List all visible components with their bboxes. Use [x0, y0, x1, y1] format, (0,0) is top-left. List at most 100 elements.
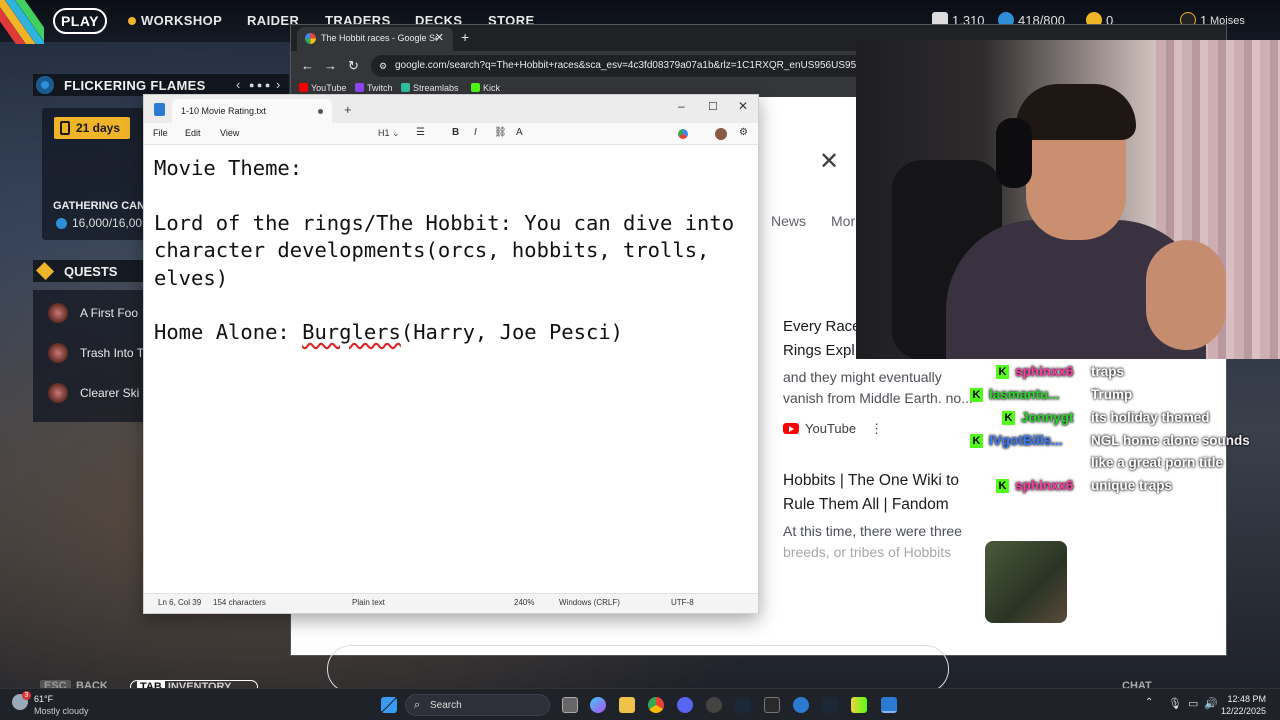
chevron-up-icon[interactable]: ⌃	[1145, 697, 1153, 708]
menu-edit[interactable]: Edit	[185, 128, 201, 138]
close-icon[interactable]: ✕	[819, 147, 839, 176]
chat-message: Trump	[1091, 387, 1133, 402]
minimize-icon[interactable]: –	[678, 99, 685, 113]
misspelled-word: Burglers	[302, 320, 401, 345]
obs-icon[interactable]	[706, 697, 722, 713]
back-arrow-icon[interactable]: ←	[301, 58, 314, 73]
cursor-position: Ln 6, Col 39	[158, 598, 202, 607]
settings-gear-icon[interactable]: ⚙	[739, 127, 748, 138]
browser-tab[interactable]: The Hobbit races - Google Sea ✕	[297, 27, 453, 51]
notepad-tab[interactable]: 1-10 Movie Rating.txt	[172, 99, 332, 123]
task-view-icon[interactable]	[562, 697, 578, 713]
steam-icon[interactable]	[735, 697, 751, 713]
google-favicon-icon	[305, 33, 316, 44]
result-snippet: and they might eventually vanish from Mid…	[783, 369, 973, 406]
quest-item[interactable]: A First Foo	[44, 296, 144, 330]
kick-icon: K	[1002, 411, 1015, 425]
quest-item-icon	[48, 303, 68, 323]
bookmark-twitch[interactable]: Twitch	[355, 83, 393, 93]
quest-item[interactable]: Trash Into T	[44, 336, 144, 370]
hand	[1146, 240, 1226, 350]
event-next-icon[interactable]: ›	[276, 77, 280, 92]
chat-message: its holiday themed	[1091, 410, 1210, 425]
gathering-title: GATHERING CAN	[53, 200, 146, 212]
line-ending[interactable]: Windows (CRLF)	[559, 598, 620, 607]
chrome-icon[interactable]	[648, 697, 664, 713]
unsaved-dot-icon[interactable]	[318, 109, 323, 114]
quest-item-icon	[48, 383, 68, 403]
nav-workshop[interactable]: WORKSHOP	[128, 13, 222, 28]
play-button[interactable]: PLAY	[53, 8, 107, 34]
app-icon[interactable]	[851, 697, 867, 713]
site-settings-icon[interactable]: ⚙	[379, 61, 387, 72]
forward-arrow-icon[interactable]: →	[324, 58, 337, 73]
menu-view[interactable]: View	[220, 128, 239, 138]
steam-icon[interactable]	[822, 697, 838, 713]
copilot-icon[interactable]	[590, 697, 606, 713]
bold-icon[interactable]: B	[452, 127, 459, 138]
list-icon[interactable]: ☰	[416, 127, 425, 138]
result-snippet: At this time, there were three breeds, or…	[783, 523, 962, 560]
event-page-dots: ● ● ●	[249, 80, 271, 90]
new-tab-icon[interactable]: +	[344, 102, 352, 117]
heading-dropdown[interactable]: H1 ⌄	[378, 128, 400, 139]
close-tab-icon[interactable]: ✕	[435, 31, 444, 44]
notepad-taskbar-icon[interactable]	[881, 697, 897, 713]
more-options-icon[interactable]: ⋮	[870, 421, 883, 436]
notepad-window: 1-10 Movie Rating.txt + – ☐ ✕ File Edit …	[143, 94, 759, 614]
text-editor[interactable]: Movie Theme: Lord of the rings/The Hobbi…	[154, 155, 754, 347]
epic-games-icon[interactable]	[764, 697, 780, 713]
microphone-icon[interactable]: 🎙	[1168, 697, 1182, 710]
youtube-icon	[783, 423, 799, 434]
copilot-icon[interactable]	[678, 129, 688, 139]
kick-icon: K	[996, 479, 1009, 493]
reload-icon[interactable]: ↻	[348, 58, 359, 74]
chat-message: traps	[1091, 364, 1125, 379]
result-thumbnail[interactable]	[985, 541, 1067, 623]
streamlabs-icon	[401, 83, 410, 92]
bookmark-kick[interactable]: Kick	[471, 83, 500, 93]
hourglass-icon	[60, 121, 70, 135]
notepad-icon	[154, 103, 165, 116]
tab-news[interactable]: News	[771, 213, 806, 229]
tab-more[interactable]: Mor	[831, 213, 855, 229]
chat-user: Ksphinxx6	[996, 364, 1074, 379]
result-source[interactable]: YouTube ⋮	[783, 421, 883, 437]
result-title[interactable]: Hobbits | The One Wiki to Rule Them All |…	[783, 469, 959, 517]
close-icon[interactable]: ✕	[738, 99, 748, 113]
weather-desc: Mostly cloudy	[34, 706, 89, 716]
volume-icon[interactable]: 🔊	[1204, 697, 1218, 710]
encoding[interactable]: UTF-8	[671, 598, 694, 607]
link-icon[interactable]: ⛓	[494, 127, 507, 138]
workshop-icon	[128, 17, 136, 25]
kick-icon: K	[970, 434, 983, 448]
clock[interactable]: 12:48 PM 12/22/2025	[1221, 693, 1266, 717]
gear-icon	[36, 76, 54, 94]
avatar[interactable]	[715, 128, 727, 140]
maximize-icon[interactable]: ☐	[708, 100, 718, 113]
discord-icon[interactable]	[677, 697, 693, 713]
network-icon[interactable]: ▭	[1188, 697, 1198, 710]
bookmark-streamlabs[interactable]: Streamlabs	[401, 83, 459, 93]
file-explorer-icon[interactable]	[619, 697, 635, 713]
chat-user: Ksphinxx6	[996, 478, 1074, 493]
zoom-level[interactable]: 240%	[514, 598, 534, 607]
event-prev-icon[interactable]: ‹	[236, 77, 240, 92]
italic-icon[interactable]: I	[474, 127, 477, 138]
char-count: 154 characters	[213, 598, 266, 607]
menu-file[interactable]: File	[153, 128, 168, 138]
quest-item[interactable]: Clearer Ski	[44, 376, 144, 410]
streamer-webcam	[856, 40, 1280, 359]
new-tab-icon[interactable]: +	[461, 29, 469, 45]
bookmark-youtube[interactable]: YouTube	[299, 83, 346, 93]
chat-user: K Jonnygt	[1002, 410, 1074, 425]
more-results-box[interactable]	[327, 645, 949, 693]
taskbar-search[interactable]: ⌕ Search	[405, 694, 550, 716]
clear-format-icon[interactable]: A	[516, 127, 523, 138]
notepad-statusbar: Ln 6, Col 39 154 characters Plain text 2…	[144, 593, 758, 613]
app-icon[interactable]	[793, 697, 809, 713]
result-title[interactable]: Every Race Rings Expl	[783, 315, 861, 363]
kick-icon: K	[970, 388, 983, 402]
windows-start-icon[interactable]	[381, 697, 397, 713]
notification-badge: 3	[22, 691, 31, 700]
